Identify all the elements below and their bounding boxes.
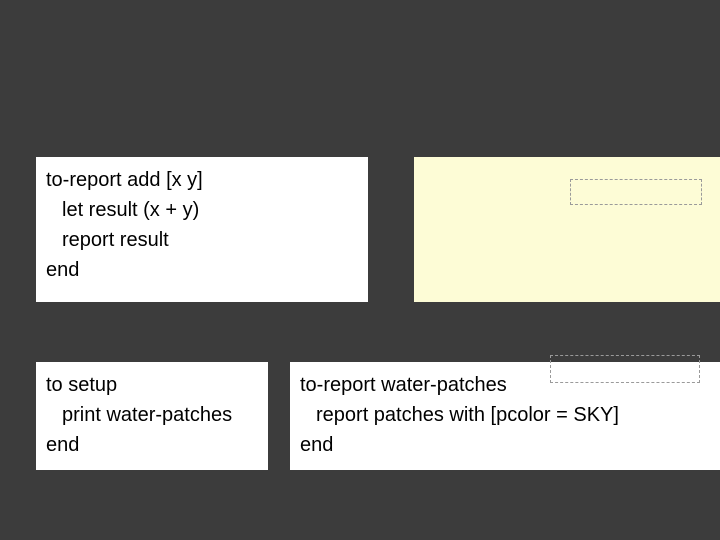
dashed-placeholder-top bbox=[570, 179, 702, 205]
code-line: to-report add [x y] bbox=[46, 165, 358, 195]
code-line: to setup bbox=[46, 370, 258, 400]
code-line: print water-patches bbox=[46, 400, 258, 430]
code-line: end bbox=[46, 255, 358, 285]
code-block-setup: to setup print water-patches end bbox=[36, 362, 268, 470]
code-block-add: to-report add [x y] let result (x + y) r… bbox=[36, 157, 368, 302]
code-line: report result bbox=[46, 225, 358, 255]
code-line: let result (x + y) bbox=[46, 195, 358, 225]
code-line: report patches with [pcolor = SKY] bbox=[300, 400, 710, 430]
code-line: end bbox=[300, 430, 710, 460]
dashed-placeholder-bottom bbox=[550, 355, 700, 383]
code-line: end bbox=[46, 430, 258, 460]
